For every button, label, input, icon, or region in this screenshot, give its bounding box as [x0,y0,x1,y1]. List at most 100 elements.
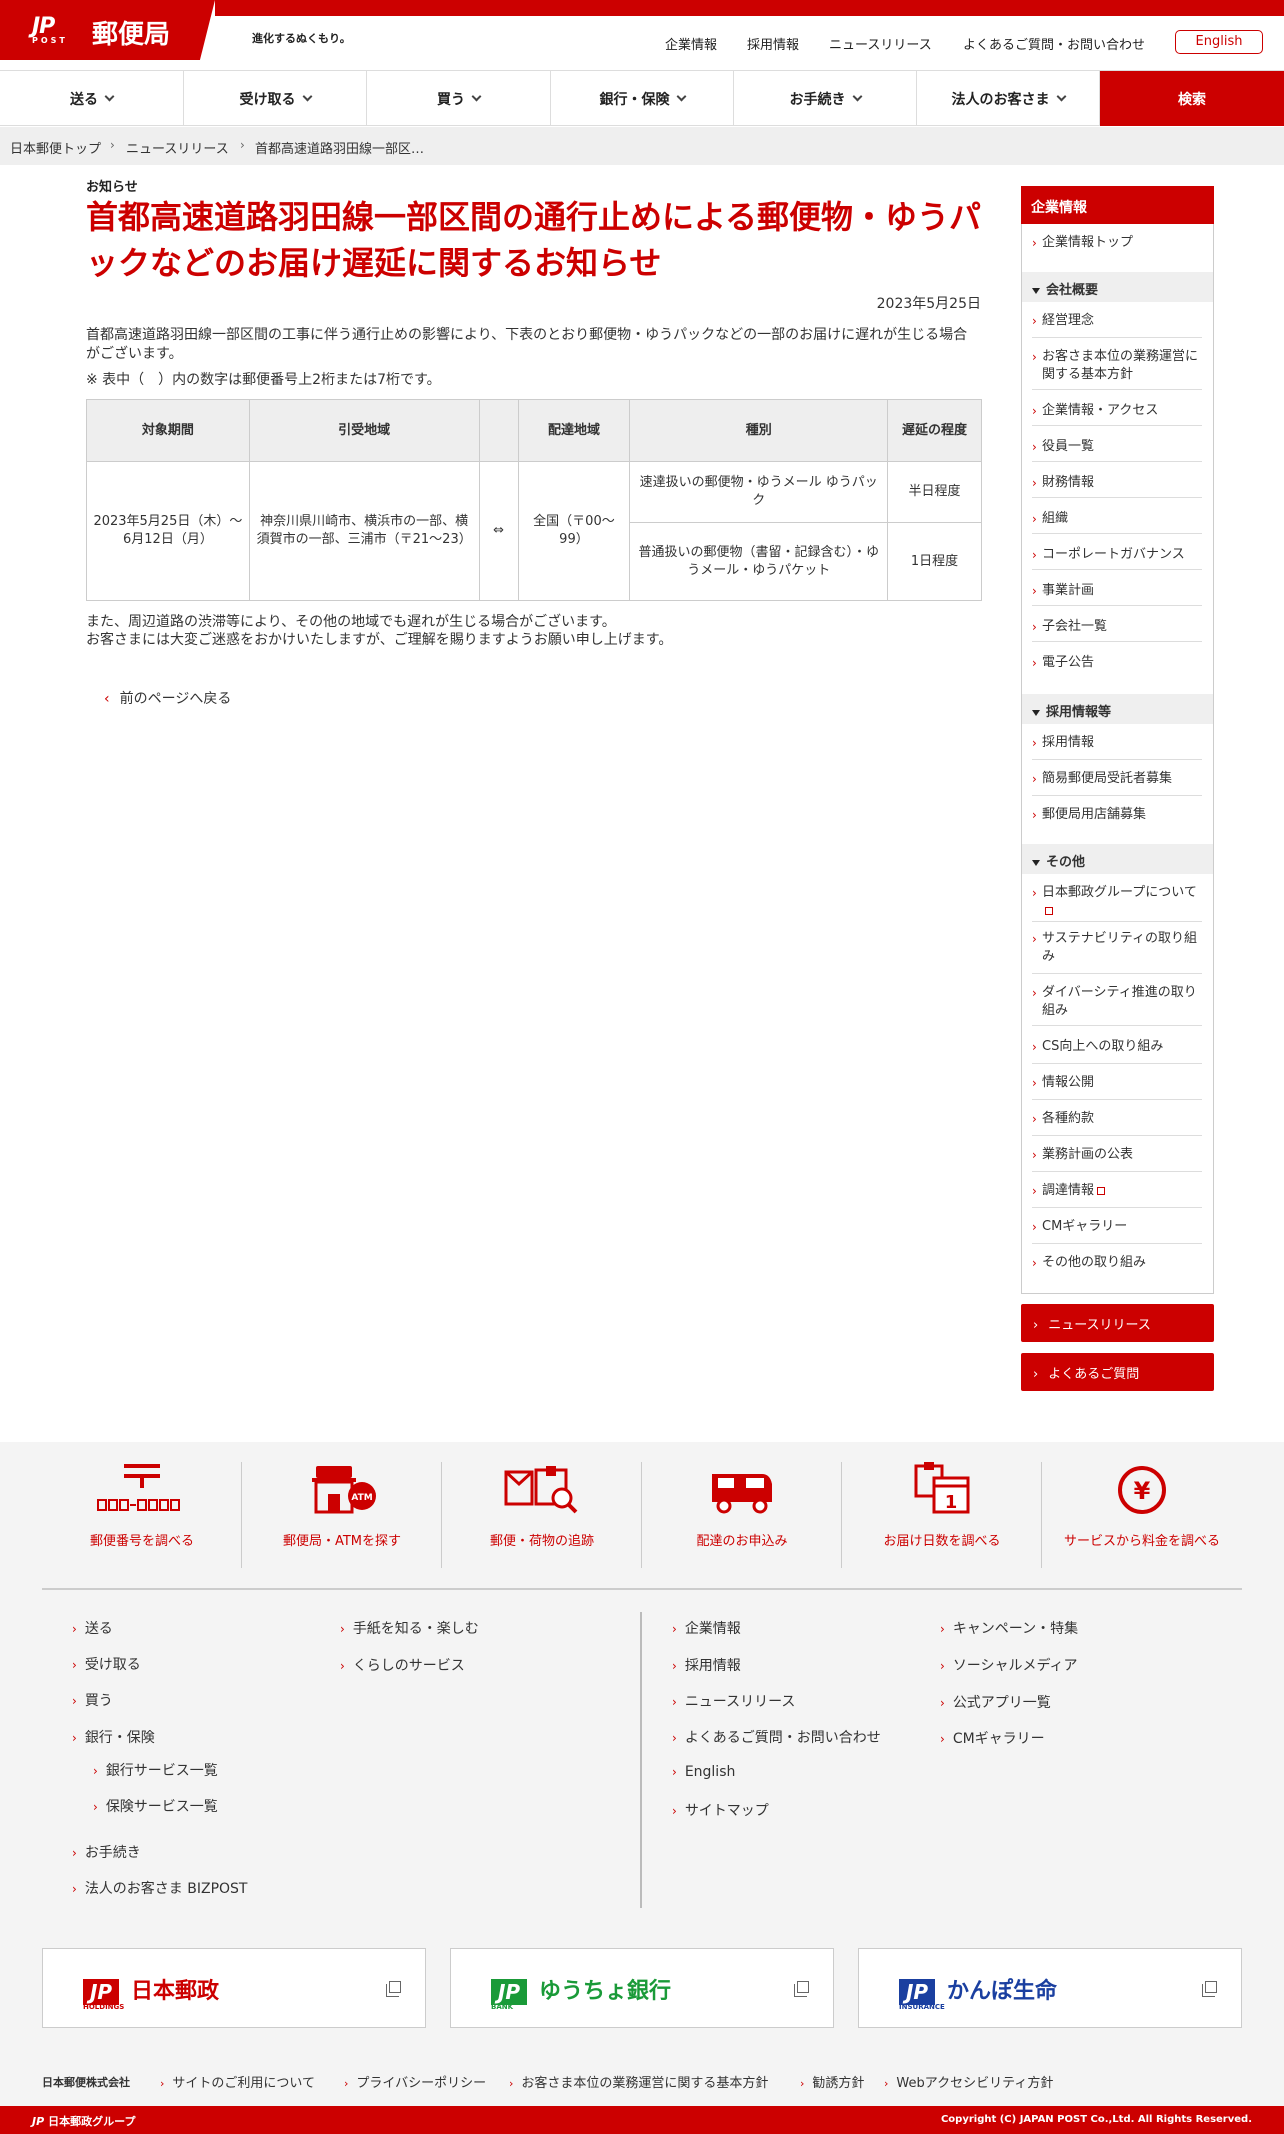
footer-link[interactable]: › 企業情報 [672,1618,741,1638]
sidebar-item[interactable]: › お客さま本位の業務運営に関する基本方針 [1032,348,1202,390]
footer-link[interactable]: › ソーシャルメディア [940,1655,1078,1675]
footer-link[interactable]: › キャンペーン・特集 [940,1618,1078,1638]
footer-link[interactable]: › 採用情報 [672,1655,741,1675]
copyright: Copyright (C) JAPAN POST Co.,Ltd. All Ri… [940,2114,1252,2125]
sidebar-item[interactable]: › 日本郵政グループについて [1032,884,1202,922]
sidebar-item[interactable]: › コーポレートガバナンス [1032,546,1202,570]
footer-link[interactable]: › 銀行・保険 [72,1727,155,1747]
faq-button[interactable]: › よくあるご質問 [1021,1353,1214,1391]
chevron-down-icon [302,91,312,102]
sidebar-item[interactable]: › ダイバーシティ推進の取り組み [1032,984,1202,1026]
util-link-recruit[interactable]: 採用情報 [747,34,799,53]
brand-japan-post-insurance[interactable]: JP かんぽ生命 INSURANCE [858,1948,1242,2028]
company-name: 日本郵便株式会社 [42,2076,130,2089]
sidebar-item[interactable]: › 各種約款 [1032,1110,1202,1136]
sidebar-item[interactable]: › 事業計画 [1032,582,1202,606]
footer-link[interactable]: › CMギャラリー [940,1728,1045,1748]
nav-buy[interactable]: 買う [367,71,551,126]
legal-link[interactable]: › 勧誘方針 [800,2072,864,2091]
footer-link[interactable]: › サイトマップ [672,1800,769,1820]
sidebar-item[interactable]: › 情報公開 [1032,1074,1202,1100]
legal-link[interactable]: › プライバシーポリシー [344,2072,486,2091]
article-followup: また、周辺道路の渋滞等により、その他の地域でも遅れが生じる場合がございます。 [86,614,616,630]
footer-link[interactable]: › 公式アプリ一覧 [940,1692,1051,1712]
cell-origin: 神奈川県川崎市、横浜市の一部、横須賀市の一部、三浦市（〒21～23） [248,461,480,601]
footer-link[interactable]: › 法人のお客さま BIZPOST [72,1878,248,1898]
footer-link[interactable]: › 買う [72,1690,113,1710]
logo[interactable]: JP POST 郵便局 [0,0,215,60]
back-link[interactable]: ‹ 前のページへ戻る [104,688,231,708]
bottom-bar: JP 日本郵政グループ Copyright (C) JAPAN POST Co.,… [0,2106,1284,2134]
footer-link[interactable]: › English [672,1764,735,1780]
sidebar-item[interactable]: › 電子公告 [1032,654,1202,678]
global-nav: 送る 受け取る 買う 銀行・保険 お手続き 法人のお客さま 検索 [0,70,1284,126]
legal-link[interactable]: › Webアクセシビリティ方針 [884,2072,1053,2091]
footer-tracking[interactable]: 郵便・荷物の追跡 [442,1462,642,1572]
breadcrumb-news[interactable]: ニュースリリース [126,138,229,157]
footer-link[interactable]: › 送る [72,1618,113,1638]
english-button[interactable]: English [1175,30,1263,54]
chevron-down-icon [676,91,686,102]
chevron-down-icon [1056,91,1066,102]
post-office-atm-icon: ATM [312,1466,376,1514]
sidebar-section-recruit[interactable]: 採用情報等 [1022,694,1213,724]
sidebar-item[interactable]: › 業務計画の公表 [1032,1146,1202,1172]
footer-link[interactable]: › お手続き [72,1842,141,1862]
breadcrumb-current: 首都高速道路羽田線一部区… [255,142,425,157]
sidebar-item[interactable]: › 企業情報・アクセス [1032,402,1202,426]
legal-link[interactable]: › お客さま本位の業務運営に関する基本方針 [509,2072,768,2091]
sidebar-section-company[interactable]: 会社概要 [1022,272,1213,302]
sidebar-item[interactable]: › その他の取り組み [1032,1254,1202,1280]
sidebar-item[interactable]: › 郵便局用店舗募集 [1032,806,1202,830]
nav-receive[interactable]: 受け取る [184,71,367,126]
sidebar-item[interactable]: › 子会社一覧 [1032,618,1202,642]
sidebar-section-other[interactable]: その他 [1022,844,1213,874]
article-date: 2023年5月25日 [876,296,981,312]
sidebar-item[interactable]: › 採用情報 [1032,734,1202,760]
sidebar-item[interactable]: › 企業情報トップ [1032,234,1202,264]
footer-divider [42,1588,1242,1590]
footer-price-search[interactable]: ¥ サービスから料金を調べる [1042,1462,1242,1572]
footer-delivery-request[interactable]: 配達のお申込み [642,1462,842,1572]
footer-link[interactable]: › 受け取る [72,1654,141,1674]
cell-delay: 1日程度 [887,522,982,601]
footer-link[interactable]: › 手紙を知る・楽しむ [340,1618,479,1638]
nav-business[interactable]: 法人のお客さま [917,71,1100,126]
sidebar-item[interactable]: › 組織 [1032,510,1202,534]
search-button[interactable]: 検索 [1100,71,1284,126]
brand-japan-post-holdings[interactable]: JP 日本郵政 HOLDINGS [42,1948,426,2028]
footer-sublink[interactable]: › 保険サービス一覧 [93,1796,218,1816]
th-destination: 配達地域 [517,399,631,462]
footer-postal-code[interactable]: 郵便番号を調べる [42,1462,242,1572]
sidebar-item[interactable]: › 経営理念 [1032,312,1202,338]
postal-code-icon [97,1464,180,1511]
sidebar-item[interactable]: › 役員一覧 [1032,438,1202,462]
nav-send[interactable]: 送る [0,71,184,126]
th-type: 種別 [629,399,889,462]
sidebar-item[interactable]: › CS向上への取り組み [1032,1038,1202,1064]
util-link-news[interactable]: ニュースリリース [829,34,932,53]
breadcrumb-home[interactable]: 日本郵便トップ [10,138,101,157]
nav-bank-insurance[interactable]: 銀行・保険 [551,71,734,126]
footer-delivery-days[interactable]: 1 お届け日数を調べる [842,1462,1042,1572]
nav-procedures[interactable]: お手続き [734,71,917,126]
chevron-down-icon [852,91,862,102]
sidebar-item[interactable]: › 簡易郵便局受託者募集 [1032,770,1202,796]
util-link-faq[interactable]: よくあるご質問・お問い合わせ [963,34,1145,53]
sidebar-item[interactable]: › 財務情報 [1032,474,1202,498]
sidebar-item[interactable]: › サステナビリティの取り組み [1032,930,1202,974]
footer-sublink[interactable]: › 銀行サービス一覧 [93,1760,218,1780]
footer-link[interactable]: › ニュースリリース [672,1691,795,1711]
news-release-button[interactable]: › ニュースリリース [1021,1304,1214,1342]
sidebar-item[interactable]: › CMギャラリー [1032,1218,1202,1244]
footer-link[interactable]: › よくあるご質問・お問い合わせ [672,1727,881,1747]
brand-japan-post-bank[interactable]: JP ゆうちょ銀行 BANK [450,1948,834,2028]
group-logo[interactable]: JP 日本郵政グループ [32,2113,136,2129]
sidebar-item[interactable]: › 調達情報 [1032,1182,1202,1208]
article-body: 首都高速道路羽田線一部区間の工事に伴う通行止めの影響により、下表のとおり郵便物・… [86,327,968,362]
legal-link[interactable]: › サイトのご利用について [160,2072,315,2091]
footer-link[interactable]: › くらしのサービス [340,1655,465,1675]
util-link-corporate[interactable]: 企業情報 [665,34,717,53]
logo-text: 郵便局 [92,20,171,50]
footer-find-office[interactable]: ATM 郵便局・ATMを探す [242,1462,442,1572]
